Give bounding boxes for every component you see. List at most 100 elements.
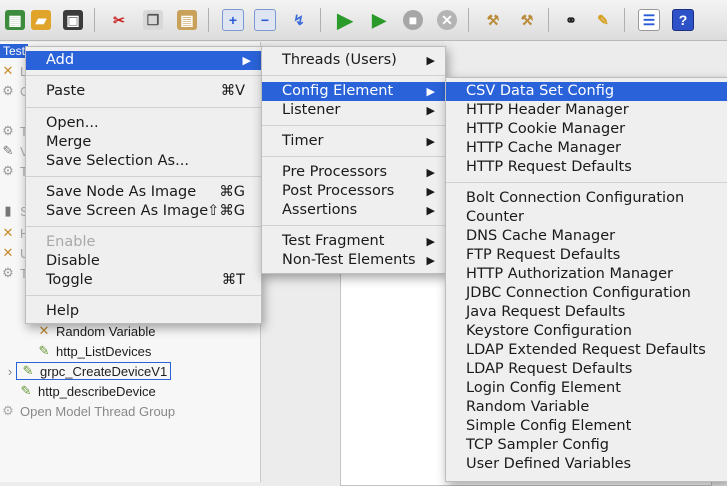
menu-item-http-cookie-manager[interactable]: HTTP Cookie Manager — [446, 120, 727, 139]
menu-item-label: Threads (Users) — [282, 52, 397, 68]
menu-item-label: Save Selection As... — [46, 153, 189, 169]
tree-item-grpc-create-device[interactable]: ✎ grpc_CreateDeviceV1 — [16, 362, 172, 380]
menu-item-label: Open... — [46, 115, 99, 131]
menu-item-jdbc-connection-configuration[interactable]: JDBC Connection Configuration — [446, 284, 727, 303]
menu-item-save-node-as-image[interactable]: Save Node As Image ⌘G — [26, 183, 261, 202]
menu-item-http-cache-manager[interactable]: HTTP Cache Manager — [446, 139, 727, 158]
tree-item-http-list-devices[interactable]: ✎ http_ListDevices — [36, 342, 152, 360]
menu-item-csv-data-set-config[interactable]: CSV Data Set Config — [446, 82, 727, 101]
menu-item-counter[interactable]: Counter — [446, 208, 727, 227]
menu-item-disable[interactable]: Disable — [26, 252, 261, 271]
menu-item-label: HTTP Authorization Manager — [466, 266, 674, 282]
menu-item-label: HTTP Header Manager — [466, 102, 629, 118]
menu-item-listener[interactable]: Listener ▶ — [262, 101, 445, 120]
tree-item-label: Random Variable — [56, 323, 156, 339]
expand-icon[interactable]: + — [220, 7, 246, 33]
start-icon[interactable]: ▶ — [332, 7, 358, 33]
menu-item-save-screen-as-image[interactable]: Save Screen As Image ⇧⌘G — [26, 202, 261, 221]
menu-item-ldap-request-defaults[interactable]: LDAP Request Defaults — [446, 360, 727, 379]
menu-item-http-request-defaults[interactable]: HTTP Request Defaults — [446, 158, 727, 177]
menu-item-label: JDBC Connection Configuration — [466, 285, 691, 301]
menu-item-label: Counter — [466, 209, 524, 225]
menu-item-ldap-extended-request-defaults[interactable]: LDAP Extended Request Defaults — [446, 341, 727, 360]
menu-item-login-config-element[interactable]: Login Config Element — [446, 379, 727, 398]
menu-item-random-variable[interactable]: Random Variable — [446, 398, 727, 417]
sampler-pipette-icon: ✎ — [38, 343, 50, 358]
menu-item-help[interactable]: Help — [26, 302, 261, 321]
search-icon[interactable]: ⚭ — [558, 7, 584, 33]
help-icon[interactable]: ? — [670, 7, 696, 33]
submenu-arrow-icon: ▶ — [426, 204, 435, 217]
menu-shortcut: ⇧⌘G — [207, 203, 245, 219]
menu-item-add[interactable]: Add ▶ — [26, 51, 261, 70]
menu-item-bolt-connection-configuration[interactable]: Bolt Connection Configuration — [446, 189, 727, 208]
menu-item-assertions[interactable]: Assertions ▶ — [262, 201, 445, 220]
menu-shortcut: ⌘V — [220, 83, 245, 99]
shutdown-icon[interactable]: ✕ — [434, 7, 460, 33]
templates-icon[interactable]: ▦ — [2, 7, 28, 33]
menu-item-label: CSV Data Set Config — [466, 83, 615, 99]
tree-stub: ✕ L — [2, 63, 28, 79]
reset-search-icon[interactable]: ✎ — [590, 7, 616, 33]
tree-item-open-model-thread-group[interactable]: ⚙ Open Model Thread Group — [0, 402, 175, 420]
menu-item-dns-cache-manager[interactable]: DNS Cache Manager — [446, 227, 727, 246]
stop-icon[interactable]: ■ — [400, 7, 426, 33]
menu-item-toggle[interactable]: Toggle ⌘T — [26, 271, 261, 290]
menu-item-label: Add — [46, 52, 75, 68]
menu-item-config-element[interactable]: Config Element ▶ — [262, 82, 445, 101]
menu-item-timer[interactable]: Timer ▶ — [262, 132, 445, 151]
tree-item-random-variable[interactable]: ✕ Random Variable — [36, 322, 156, 340]
menu-item-label: Random Variable — [466, 399, 590, 415]
menu-item-paste[interactable]: Paste ⌘V — [26, 82, 261, 101]
menu-item-keystore-configuration[interactable]: Keystore Configuration — [446, 322, 727, 341]
menu-item-ftp-request-defaults[interactable]: FTP Request Defaults — [446, 246, 727, 265]
menu-item-label: Save Screen As Image — [46, 203, 209, 219]
clear-all-icon[interactable]: ⚒ — [514, 7, 540, 33]
open-icon[interactable]: ▰ — [28, 7, 54, 33]
menu-item-label: Keystore Configuration — [466, 323, 632, 339]
menu-item-enable: Enable — [26, 233, 261, 252]
tree-item-http-describe-device[interactable]: ✎ http_describeDevice — [18, 382, 156, 400]
tree-item-label: http_ListDevices — [56, 343, 152, 359]
menu-item-open[interactable]: Open... — [26, 114, 261, 133]
submenu-arrow-icon: ▶ — [426, 85, 435, 98]
menu-item-label: Assertions — [282, 202, 358, 218]
tree-root-label: Test — [0, 44, 29, 58]
menu-item-label: Paste — [46, 83, 86, 99]
start-no-pauses-icon[interactable]: ▶ — [366, 7, 392, 33]
menu-item-non-test-elements[interactable]: Non-Test Elements ▶ — [262, 251, 445, 270]
config-element-icon: ✕ — [38, 323, 50, 338]
tree-item-label: grpc_CreateDeviceV1 — [40, 363, 168, 379]
cut-icon[interactable]: ✂ — [106, 7, 132, 33]
toggle-icon[interactable]: ↯ — [286, 7, 312, 33]
submenu-arrow-icon: ▶ — [426, 104, 435, 117]
menu-item-threads-users[interactable]: Threads (Users) ▶ — [262, 51, 445, 70]
menu-item-label: Listener — [282, 102, 341, 118]
paste-icon[interactable]: ▤ — [174, 7, 200, 33]
copy-icon[interactable]: ❐ — [140, 7, 166, 33]
menu-item-java-request-defaults[interactable]: Java Request Defaults — [446, 303, 727, 322]
menu-item-test-fragment[interactable]: Test Fragment ▶ — [262, 232, 445, 251]
menu-item-http-authorization-manager[interactable]: HTTP Authorization Manager — [446, 265, 727, 284]
menu-item-http-header-manager[interactable]: HTTP Header Manager — [446, 101, 727, 120]
collapse-icon[interactable]: − — [252, 7, 278, 33]
menu-item-simple-config-element[interactable]: Simple Config Element — [446, 417, 727, 436]
menu-item-label: Test Fragment — [282, 233, 385, 249]
save-icon[interactable]: ▣ — [60, 7, 86, 33]
menu-item-label: HTTP Request Defaults — [466, 159, 632, 175]
menu-item-pre-processors[interactable]: Pre Processors ▶ — [262, 163, 445, 182]
menu-item-post-processors[interactable]: Post Processors ▶ — [262, 182, 445, 201]
submenu-arrow-icon: ▶ — [426, 185, 435, 198]
menu-item-label: TCP Sampler Config — [466, 437, 609, 453]
menu-item-label: Bolt Connection Configuration — [466, 190, 685, 206]
tree-root[interactable]: Test — [0, 42, 29, 60]
menu-item-label: Pre Processors — [282, 164, 388, 180]
function-helper-icon[interactable]: ☰ — [636, 7, 662, 33]
clear-icon[interactable]: ⚒ — [480, 7, 506, 33]
submenu-arrow-icon: ▶ — [426, 235, 435, 248]
menu-item-merge[interactable]: Merge — [26, 133, 261, 152]
menu-item-label: Post Processors — [282, 183, 395, 199]
menu-item-tcp-sampler-config[interactable]: TCP Sampler Config — [446, 436, 727, 455]
menu-item-user-defined-variables[interactable]: User Defined Variables — [446, 455, 727, 474]
menu-item-save-selection-as[interactable]: Save Selection As... — [26, 152, 261, 171]
